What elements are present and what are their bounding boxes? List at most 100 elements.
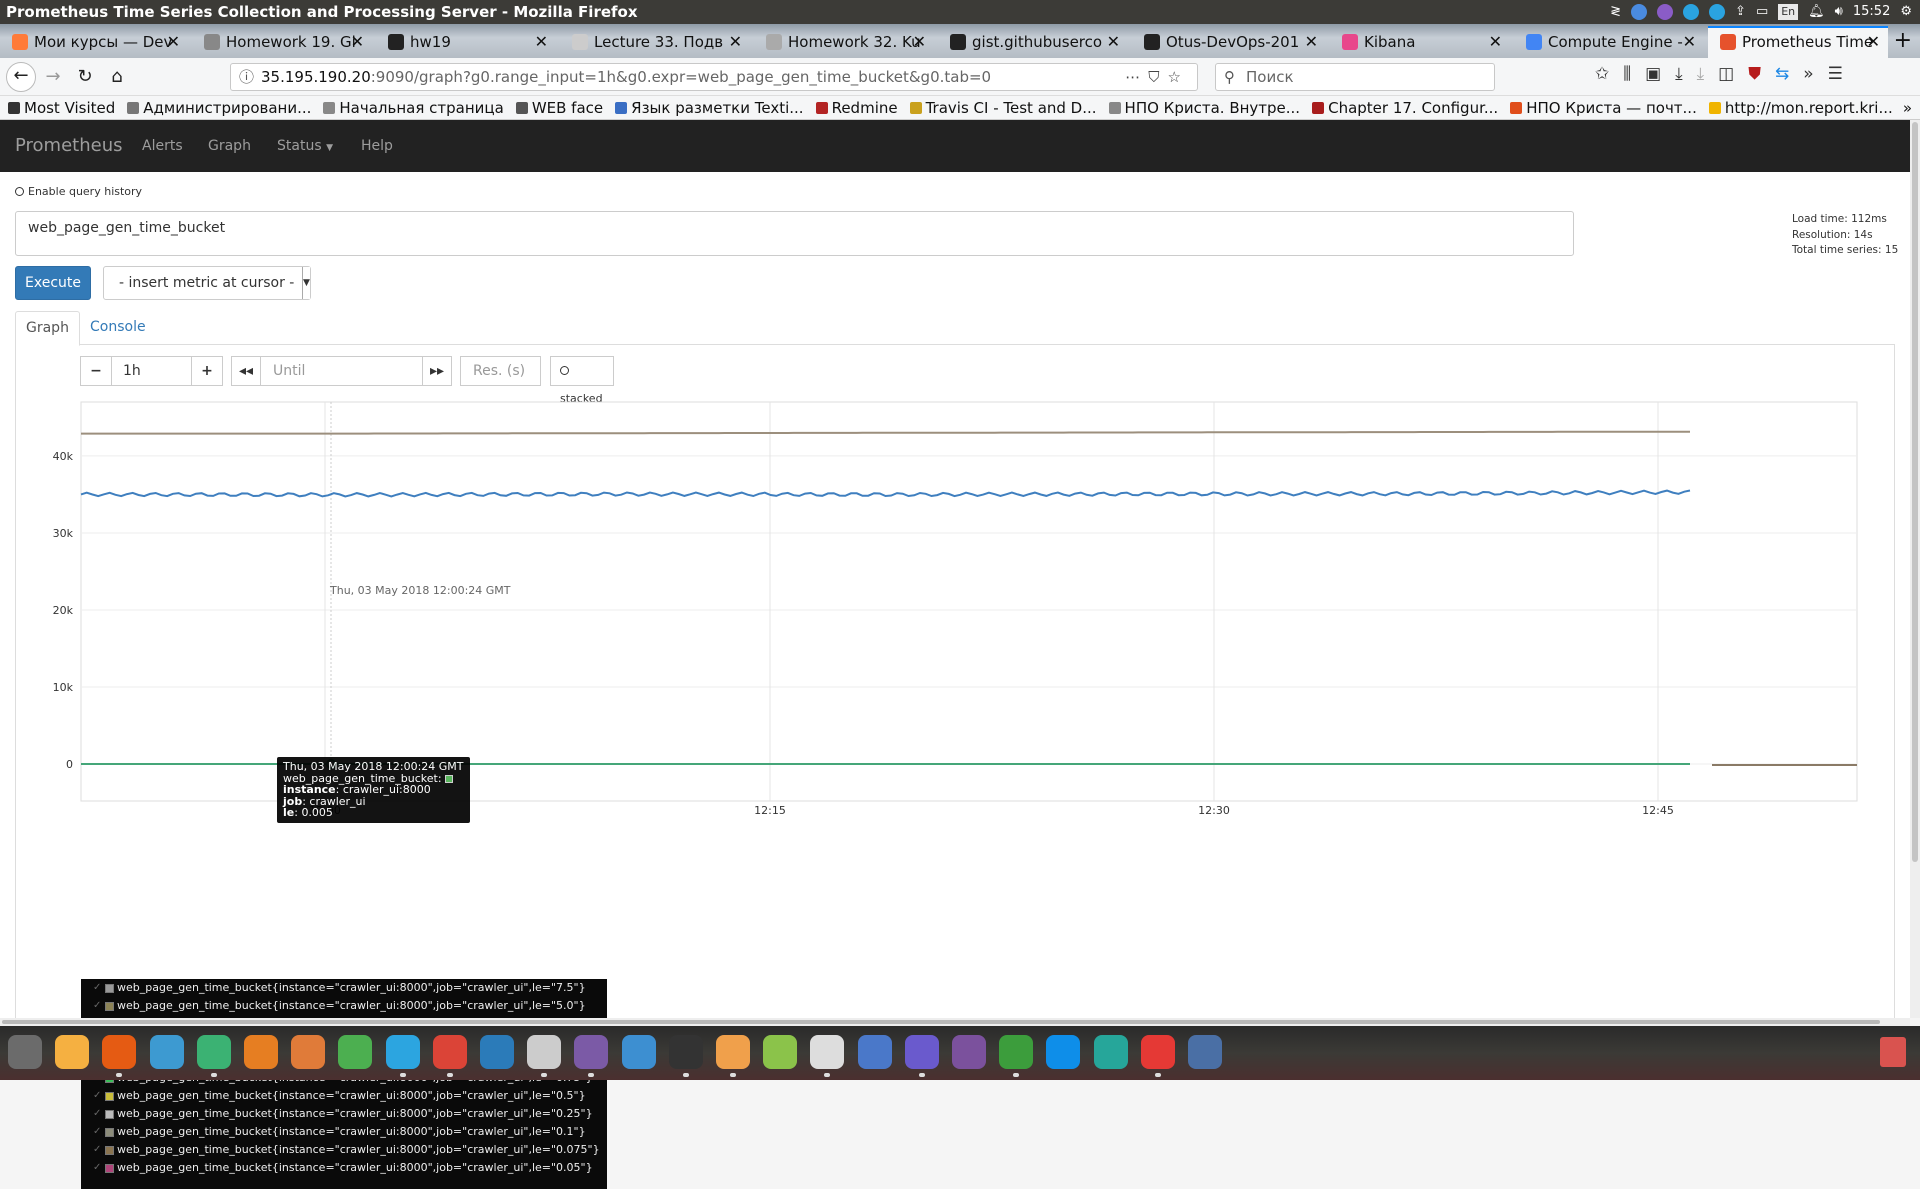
forward-arrow-icon[interactable]: →: [40, 64, 66, 90]
download-alt-icon[interactable]: ⤓: [1697, 64, 1705, 84]
text-editor-icon[interactable]: [149, 1035, 184, 1069]
legend-check-icon[interactable]: ✓: [93, 979, 101, 997]
bookmark-most-visited[interactable]: Most Visited: [8, 96, 115, 119]
pocket-icon[interactable]: ⛉: [1148, 68, 1167, 86]
tab-moi-kursy[interactable]: Мои курсы — Dev ✕: [0, 26, 188, 58]
power-gear-icon[interactable]: ⚙: [1900, 0, 1912, 24]
bookmark-start-page[interactable]: Начальная страница: [323, 96, 504, 119]
legend-item[interactable]: ✓ web_page_gen_time_bucket{instance="craw…: [81, 1105, 607, 1123]
legend-item[interactable]: ✓ web_page_gen_time_bucket{instance="craw…: [81, 1159, 607, 1177]
viber-tray-icon[interactable]: [1657, 4, 1674, 20]
trash-icon[interactable]: [1880, 1037, 1906, 1067]
game-icon[interactable]: [999, 1035, 1034, 1069]
notification-bell-icon[interactable]: 🔔︎: [1808, 0, 1825, 24]
tab-close-icon[interactable]: ✕: [1305, 26, 1318, 58]
nav-help[interactable]: Help: [361, 120, 393, 172]
bookmark-administration[interactable]: Администрировани...: [127, 96, 311, 119]
search-input[interactable]: ⚲ Поиск: [1215, 63, 1495, 91]
network-icon[interactable]: ≷: [1610, 0, 1621, 24]
legend-item[interactable]: ✓ web_page_gen_time_bucket{instance="craw…: [81, 997, 607, 1015]
extension-icon[interactable]: ▣: [1645, 64, 1661, 84]
bookmarks-menu-icon[interactable]: ✩: [1595, 64, 1609, 84]
files-icon[interactable]: [55, 1035, 90, 1069]
horizontal-scroll-thumb[interactable]: [2, 1020, 1880, 1024]
nav-graph[interactable]: Graph: [208, 120, 251, 172]
settings-icon[interactable]: [338, 1035, 373, 1069]
viber-icon[interactable]: [952, 1035, 986, 1069]
legend-check-icon[interactable]: ✓: [93, 1159, 101, 1177]
bookmark-krista-internal[interactable]: НПО Криста. Внутре...: [1108, 96, 1300, 119]
clock[interactable]: 15:52: [1853, 0, 1890, 24]
network-icon[interactable]: [1093, 1035, 1128, 1069]
horizontal-scrollbar[interactable]: [0, 1018, 1910, 1026]
tab-close-icon[interactable]: ✕: [535, 26, 548, 58]
telegram-alt-tray-icon[interactable]: [1709, 4, 1726, 20]
legend-check-icon[interactable]: ✓: [93, 997, 101, 1015]
graph-chart[interactable]: 010k20k30k40k12:0012:1512:3012:45: [0, 172, 1910, 1018]
keyboard-layout[interactable]: En: [1778, 4, 1799, 20]
url-bar[interactable]: ⓘ 35.195.190.20:9090/graph?g0.range_inpu…: [230, 63, 1198, 91]
screen-icon[interactable]: ▭: [1756, 0, 1768, 24]
prometheus-brand[interactable]: Prometheus: [15, 120, 123, 172]
sidebar-icon[interactable]: ◫: [1718, 64, 1734, 84]
bookmark-redmine[interactable]: Redmine: [815, 96, 898, 119]
bookmark-star-icon[interactable]: ☆: [1168, 68, 1189, 86]
tab-close-icon[interactable]: ✕: [1489, 26, 1502, 58]
bookmark-krista-mail[interactable]: НПО Криста — почт...: [1510, 96, 1697, 119]
tab-close-icon[interactable]: ✕: [167, 26, 180, 58]
tab-homework-32[interactable]: Homework 32. Ku ✕: [754, 26, 934, 58]
tab-homework-19[interactable]: Homework 19. Gi ✕: [192, 26, 372, 58]
tab-lecture-33[interactable]: Lecture 33. Подв ✕: [560, 26, 750, 58]
telegram-alt-icon[interactable]: [857, 1035, 892, 1069]
tab-kibana[interactable]: Kibana ✕: [1330, 26, 1510, 58]
site-info-icon[interactable]: ⓘ: [239, 64, 254, 90]
ublock-icon[interactable]: ⛊: [1748, 64, 1761, 84]
tab-close-icon[interactable]: ✕: [1683, 26, 1696, 58]
tab-close-icon[interactable]: ✕: [729, 26, 742, 58]
home-icon[interactable]: ⌂: [104, 64, 130, 90]
tab-prometheus[interactable]: Prometheus Time ✕: [1708, 26, 1888, 58]
legend-check-icon[interactable]: ✓: [93, 1087, 101, 1105]
tab-otus-devops[interactable]: Otus-DevOps-201 ✕: [1132, 26, 1326, 58]
ubuntu-dash-icon[interactable]: [8, 1035, 42, 1069]
tab-close-icon[interactable]: ✕: [1867, 28, 1880, 56]
hamburger-menu-icon[interactable]: ☰: [1828, 64, 1843, 84]
tab-close-icon[interactable]: ✕: [351, 26, 364, 58]
legend-item[interactable]: ✓ web_page_gen_time_bucket{instance="craw…: [81, 979, 607, 997]
tab-close-icon[interactable]: ✕: [1107, 26, 1120, 58]
legend-check-icon[interactable]: ✓: [93, 1123, 101, 1141]
pidgin-icon[interactable]: [574, 1035, 609, 1069]
telegram-tray-icon[interactable]: [1683, 4, 1700, 20]
spreadsheet-icon[interactable]: [196, 1035, 231, 1069]
tab-gist[interactable]: gist.githubuserco ✕: [938, 26, 1128, 58]
back-arrow-icon[interactable]: ←: [6, 62, 36, 92]
bookmarks-overflow-icon[interactable]: »: [1903, 96, 1912, 119]
tab-hw19[interactable]: hw19 ✕: [376, 26, 556, 58]
vertical-scrollbar[interactable]: [1910, 120, 1920, 1018]
overflow-chevron-icon[interactable]: »: [1803, 64, 1813, 84]
tab-compute-engine[interactable]: Compute Engine - ✕: [1514, 26, 1704, 58]
nav-alerts[interactable]: Alerts: [142, 120, 183, 172]
library-icon[interactable]: ⫼: [1623, 64, 1631, 84]
image-viewer-icon[interactable]: [763, 1035, 798, 1069]
legend-check-icon[interactable]: ✓: [93, 1141, 101, 1159]
bookmark-travis[interactable]: Travis CI - Test and D...: [909, 96, 1097, 119]
legend-item[interactable]: ✓ web_page_gen_time_bucket{instance="craw…: [81, 1123, 607, 1141]
bookmark-textile[interactable]: Язык разметки Texti...: [615, 96, 804, 119]
terminal-icon[interactable]: [668, 1035, 703, 1069]
chrome-icon[interactable]: [432, 1035, 467, 1069]
nav-status[interactable]: Status ▼: [277, 120, 333, 174]
download-icon[interactable]: ⤓: [1675, 64, 1683, 84]
presentation-icon[interactable]: [244, 1035, 278, 1069]
software-center-icon[interactable]: [291, 1035, 326, 1069]
telegram-icon[interactable]: [385, 1035, 420, 1069]
disk-usage-icon[interactable]: [1140, 1035, 1175, 1069]
notes-icon[interactable]: [904, 1035, 939, 1069]
bookmark-mon-report[interactable]: http://mon.report.kri...: [1708, 96, 1893, 119]
mail-icon[interactable]: [716, 1035, 750, 1069]
reload-icon[interactable]: ↻: [72, 64, 98, 90]
teamviewer-icon[interactable]: [1046, 1035, 1081, 1069]
firefox-icon[interactable]: [102, 1035, 137, 1069]
legend-check-icon[interactable]: ✓: [93, 1105, 101, 1123]
drawing-icon[interactable]: [480, 1035, 514, 1069]
